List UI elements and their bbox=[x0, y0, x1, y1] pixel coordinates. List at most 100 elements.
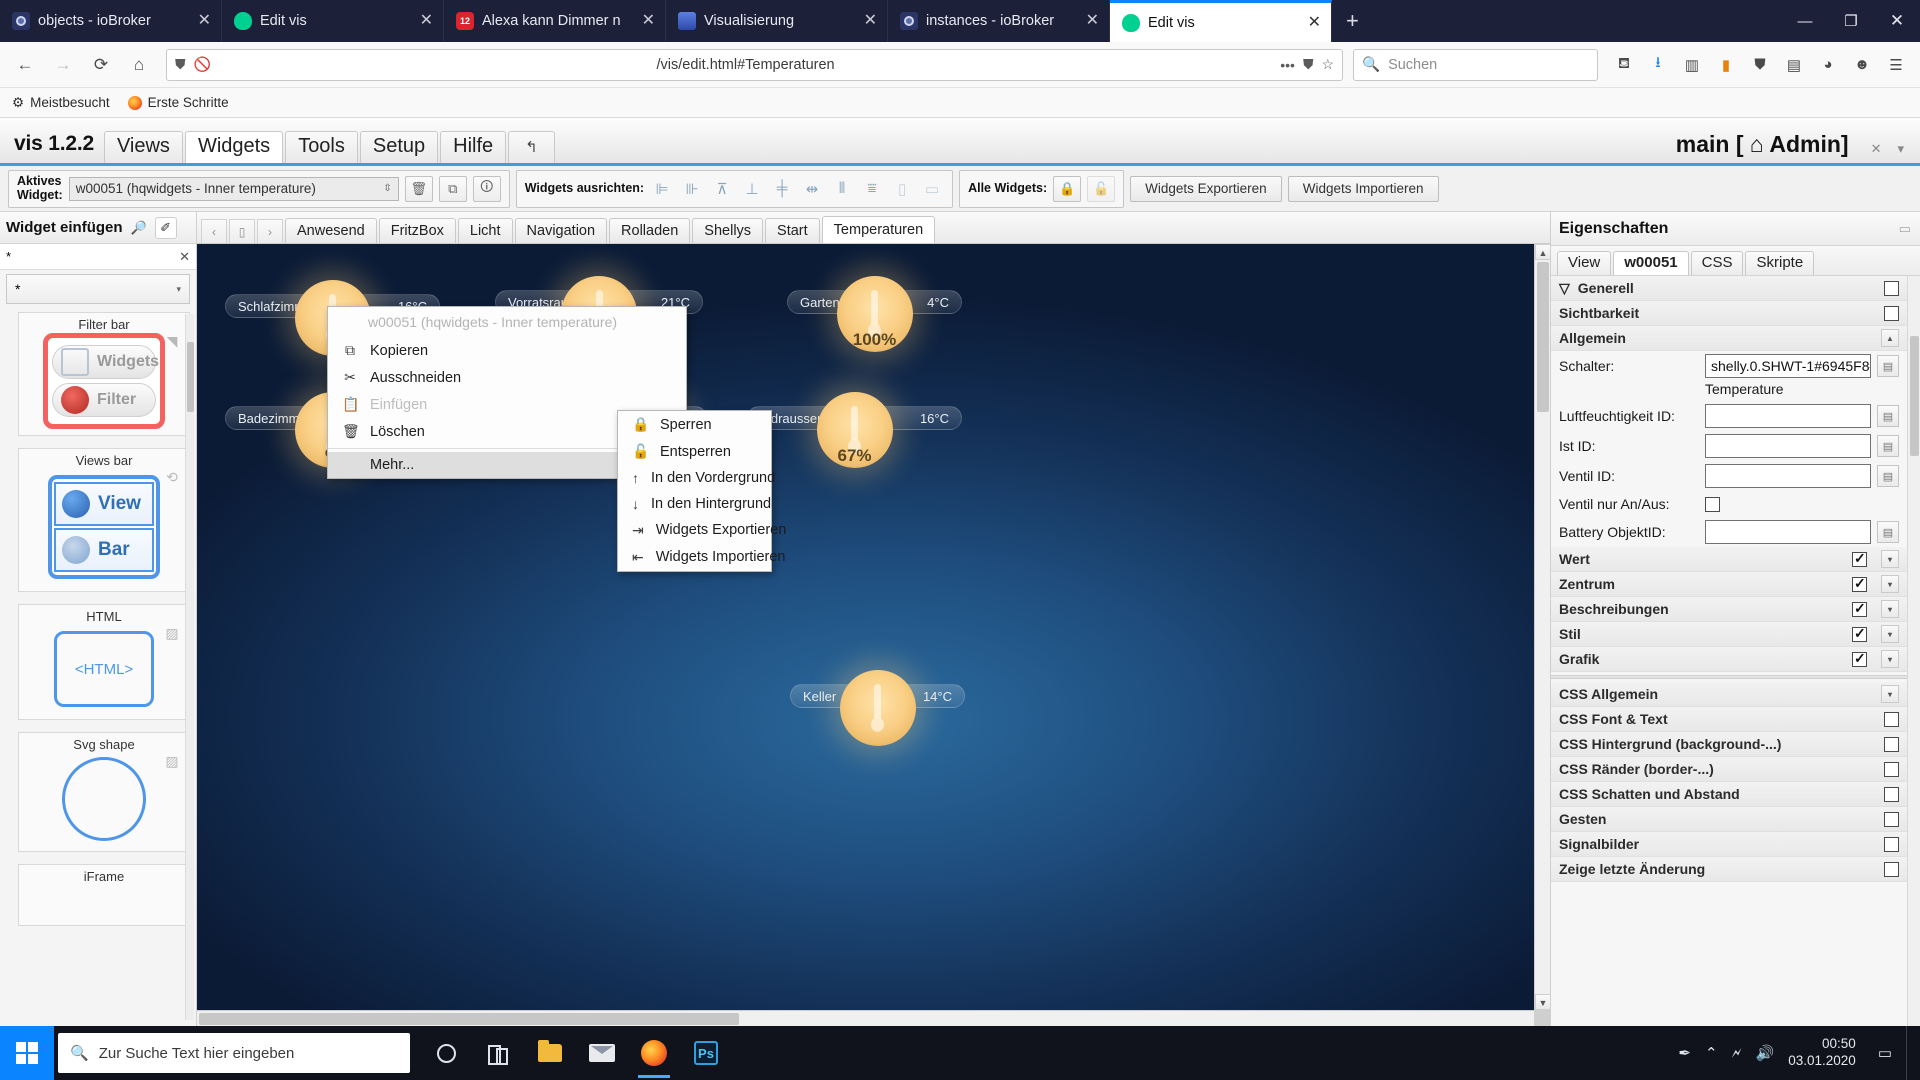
properties-tab-w00051[interactable]: w00051 bbox=[1613, 251, 1689, 275]
align-top-icon[interactable]: ⊼ bbox=[710, 176, 734, 202]
view-tab-start[interactable]: Start bbox=[765, 218, 820, 243]
property-group-css-allgemein[interactable]: CSS Allgemein ▾ bbox=[1551, 682, 1907, 707]
checkbox-css-raender[interactable] bbox=[1884, 761, 1899, 777]
save-to-pocket-icon[interactable]: ⛾ bbox=[1608, 49, 1640, 81]
checkbox-zentrum[interactable] bbox=[1852, 575, 1867, 592]
vis-canvas[interactable]: Schlafzimmer 16°C Vorratsraum 21°C % bbox=[197, 244, 1534, 1010]
vis-close-button[interactable]: ✕ bbox=[1863, 141, 1890, 157]
view-tab-licht[interactable]: Licht bbox=[457, 218, 513, 243]
checkbox-beschreibungen[interactable] bbox=[1852, 600, 1867, 617]
view-tab-anwesend[interactable]: Anwesend bbox=[285, 218, 377, 243]
pen-icon[interactable]: ✒ bbox=[1678, 1044, 1691, 1062]
tab-close-icon[interactable]: ✕ bbox=[1072, 13, 1099, 29]
forward-button[interactable]: → bbox=[46, 49, 80, 81]
widget-search-input[interactable]: * ✕ bbox=[0, 244, 196, 270]
scroll-down-icon[interactable]: ▼ bbox=[1535, 994, 1550, 1010]
tab-close-icon[interactable]: ✕ bbox=[628, 13, 655, 29]
widget-card-svg-shape[interactable]: Svg shape ▨ bbox=[18, 732, 190, 852]
submenu-item-hintergrund[interactable]: ↓ In den Hintergrund bbox=[618, 491, 771, 517]
widgets-import-button[interactable]: Widgets Importieren bbox=[1287, 175, 1439, 202]
search-widget-icon[interactable]: 🔎 bbox=[128, 217, 150, 239]
checkbox-grafik[interactable] bbox=[1852, 650, 1867, 667]
view-tab-temperaturen[interactable]: Temperaturen bbox=[821, 216, 936, 243]
photoshop-icon[interactable]: Ps bbox=[682, 1028, 730, 1078]
align-horizontal-center-icon[interactable]: ⇹ bbox=[800, 176, 824, 202]
widget-info-icon[interactable]: 🛈 bbox=[472, 175, 501, 202]
property-group-beschreibungen[interactable]: Beschreibungen ▾ bbox=[1551, 597, 1907, 622]
widget-context-submenu[interactable]: 🔒 Sperren 🔓 Entsperren ↑ In den Vordergr… bbox=[617, 410, 786, 572]
menu-icon[interactable]: ☰ bbox=[1880, 49, 1912, 81]
menu-tab-tools[interactable]: Tools bbox=[285, 131, 358, 163]
checkbox-css-hintergrund[interactable] bbox=[1884, 736, 1899, 752]
taskbar-clock[interactable]: 00:50 03.01.2020 bbox=[1788, 1036, 1864, 1070]
cortana-icon[interactable] bbox=[422, 1028, 470, 1078]
menu-tab-setup[interactable]: Setup bbox=[359, 131, 439, 163]
property-group-zeige-letzte-aenderung[interactable]: Zeige letzte Änderung bbox=[1551, 857, 1907, 882]
property-group-wert[interactable]: Wert ▾ bbox=[1551, 547, 1907, 572]
property-group-gesten[interactable]: Gesten bbox=[1551, 807, 1907, 832]
ventil-id-input[interactable] bbox=[1705, 464, 1871, 488]
window-restore-button[interactable]: ❐ bbox=[1828, 12, 1874, 30]
checkbox-wert[interactable] bbox=[1852, 550, 1867, 567]
menu-tab-hilfe[interactable]: Hilfe bbox=[440, 131, 507, 163]
widgets-export-button[interactable]: Widgets Exportieren bbox=[1130, 175, 1282, 202]
distribute-horizontal-icon[interactable]: ⫴ bbox=[830, 176, 854, 202]
address-bar[interactable]: ⛊ 🚫 /vis/edit.html#Temperaturen ••• ⛊ ☆ bbox=[166, 48, 1343, 81]
property-group-zentrum[interactable]: Zentrum ▾ bbox=[1551, 572, 1907, 597]
view-tab-navigation[interactable]: Navigation bbox=[514, 218, 608, 243]
account-icon[interactable]: ☻ bbox=[1846, 49, 1878, 81]
back-button[interactable]: ← bbox=[8, 49, 42, 81]
expand-icon[interactable]: ▾ bbox=[1881, 575, 1899, 593]
tab-close-icon[interactable]: ✕ bbox=[184, 13, 211, 29]
object-picker-icon[interactable]: ▤ bbox=[1877, 355, 1899, 377]
shield-icon[interactable]: ⛊ bbox=[175, 56, 186, 73]
submenu-item-entsperren[interactable]: 🔓 Entsperren bbox=[618, 438, 771, 465]
object-picker-icon[interactable]: ▤ bbox=[1877, 465, 1899, 487]
view-clipboard-button[interactable]: ▯ bbox=[229, 219, 255, 243]
context-item-kopieren[interactable]: ⧉ Kopieren bbox=[328, 337, 686, 364]
bookmark-erste-schritte[interactable]: Erste Schritte bbox=[127, 95, 229, 110]
checkbox-gesten[interactable] bbox=[1884, 811, 1899, 827]
unlock-all-icon[interactable]: 🔓 bbox=[1087, 175, 1116, 202]
align-left-icon[interactable]: ⊫ bbox=[650, 176, 674, 202]
active-widget-select[interactable]: w00051 (hqwidgets - Inner temperature) ⇳ bbox=[68, 176, 399, 201]
container-icon[interactable]: ◕ bbox=[1812, 49, 1844, 81]
property-group-signalbilder[interactable]: Signalbilder bbox=[1551, 832, 1907, 857]
align-vertical-center-icon[interactable]: ╪ bbox=[770, 176, 794, 202]
object-picker-icon[interactable]: ▤ bbox=[1877, 435, 1899, 457]
property-group-sichtbarkeit[interactable]: Sichtbarkeit bbox=[1551, 301, 1907, 326]
sidebar-icon[interactable]: ▤ bbox=[1778, 49, 1810, 81]
file-explorer-icon[interactable] bbox=[526, 1028, 574, 1078]
tab-close-icon[interactable]: ✕ bbox=[406, 13, 433, 29]
property-group-css-hintergrund[interactable]: CSS Hintergrund (background-...) bbox=[1551, 732, 1907, 757]
home-button[interactable]: ⌂ bbox=[122, 49, 156, 81]
resize-handle-icon[interactable]: ▭ bbox=[1899, 221, 1912, 237]
properties-scrollbar[interactable] bbox=[1907, 276, 1920, 1026]
widget-set-filter[interactable]: * ▾ bbox=[6, 274, 190, 304]
view-tab-fritzbox[interactable]: FritzBox bbox=[378, 218, 456, 243]
property-group-generell[interactable]: ▽ Generell bbox=[1551, 276, 1907, 301]
downloads-icon[interactable]: ⭳ bbox=[1642, 49, 1674, 81]
reload-button[interactable]: ⟳ bbox=[84, 49, 118, 81]
luftfeuchtigkeit-input[interactable] bbox=[1705, 404, 1871, 428]
property-group-grafik[interactable]: Grafik ▾ bbox=[1551, 647, 1907, 672]
view-tab-rolladen[interactable]: Rolladen bbox=[609, 218, 691, 243]
menu-tab-widgets[interactable]: Widgets bbox=[184, 131, 284, 163]
browser-tab-1[interactable]: Edit vis ✕ bbox=[222, 0, 444, 42]
start-button[interactable] bbox=[0, 1026, 54, 1080]
object-picker-icon[interactable]: ▤ bbox=[1877, 521, 1899, 543]
menu-tab-views[interactable]: Views bbox=[103, 131, 183, 163]
submenu-item-sperren[interactable]: 🔒 Sperren bbox=[618, 411, 771, 438]
library-icon[interactable]: ▥ bbox=[1676, 49, 1708, 81]
pocket-icon[interactable]: ⛊ bbox=[1303, 56, 1314, 73]
window-minimize-button[interactable]: — bbox=[1782, 13, 1828, 30]
close-icon[interactable]: ✕ bbox=[179, 249, 190, 265]
property-group-css-font[interactable]: CSS Font & Text bbox=[1551, 707, 1907, 732]
align-bottom-icon[interactable]: ⊥ bbox=[740, 176, 764, 202]
browser-tab-5-active[interactable]: Edit vis ✕ bbox=[1110, 0, 1332, 42]
tab-close-icon[interactable]: ✕ bbox=[1294, 14, 1321, 31]
delete-widget-icon[interactable]: 🗑 bbox=[404, 175, 433, 202]
new-tab-button[interactable]: + bbox=[1332, 0, 1373, 42]
shopping-bag-icon[interactable]: ▮ bbox=[1710, 49, 1742, 81]
search-bar[interactable]: 🔍 Suchen bbox=[1353, 48, 1598, 81]
